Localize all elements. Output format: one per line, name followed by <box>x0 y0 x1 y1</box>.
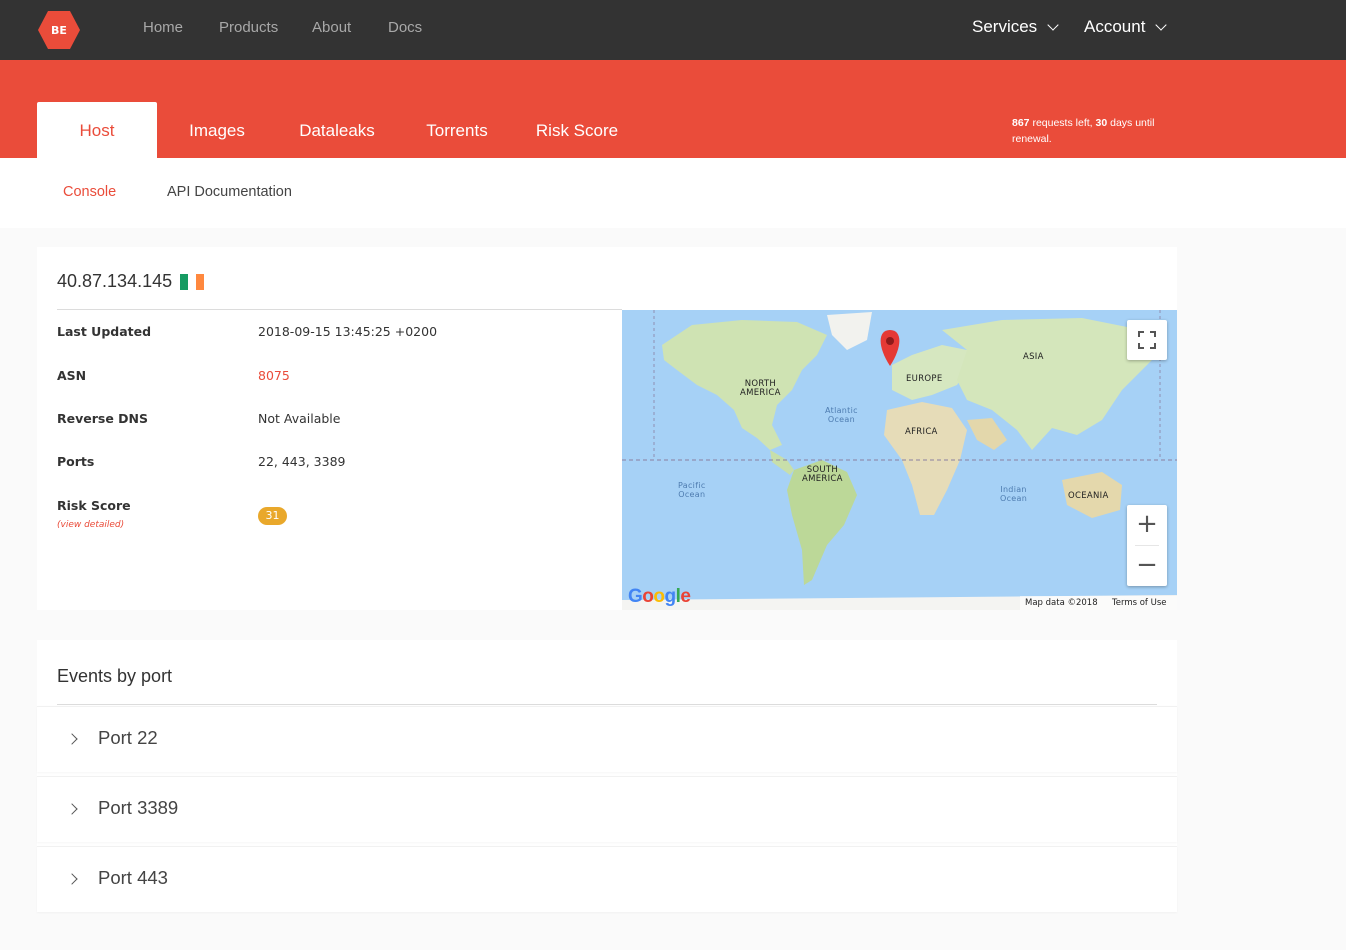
reverse-dns-value: Not Available <box>258 411 341 426</box>
nav-docs-link[interactable]: Docs <box>388 19 422 36</box>
events-title: Events by port <box>57 666 173 686</box>
quota-text: 867 requests left, 30 days until renewal… <box>1012 115 1192 147</box>
port-row-22[interactable]: Port 22 <box>37 706 1177 772</box>
zoom-out-button[interactable]: − <box>1127 546 1167 586</box>
map-data-text: Map data ©2018 <box>1025 598 1098 608</box>
chevron-right-icon <box>66 733 78 745</box>
tab-dataleaks[interactable]: Dataleaks <box>277 102 397 158</box>
last-updated-value: 2018-09-15 13:45:25 +0200 <box>258 324 438 339</box>
world-map[interactable]: NORTH AMERICA EUROPE ASIA AFRICA SOUTH A… <box>622 310 1177 610</box>
requests-left-text: requests left, <box>1032 117 1093 129</box>
country-flag-icon <box>180 273 205 290</box>
tab-images[interactable]: Images <box>157 102 277 158</box>
asn-label: ASN <box>57 368 87 383</box>
view-detailed-link[interactable]: (view detailed) <box>57 520 124 530</box>
asn-link[interactable]: 8075 <box>258 368 290 383</box>
logo-icon[interactable]: BE <box>37 8 81 52</box>
nav-products-link[interactable]: Products <box>219 19 278 36</box>
sub-navbar: Console API Documentation <box>0 158 1346 228</box>
host-ip: 40.87.134.145 <box>57 271 173 291</box>
chevron-right-icon <box>66 803 78 815</box>
renewal-text: renewal. <box>1012 133 1052 145</box>
tab-bar: Host Images Dataleaks Torrents Risk Scor… <box>0 60 1346 158</box>
map-label-europe: EUROPE <box>906 374 943 384</box>
chevron-down-icon <box>1155 19 1168 31</box>
tab-host[interactable]: Host <box>37 102 157 158</box>
chevron-right-icon <box>66 873 78 885</box>
zoom-controls: + − <box>1127 505 1167 586</box>
port-row-443[interactable]: Port 443 <box>37 846 1177 912</box>
services-label: Services <box>972 17 1038 36</box>
map-label-atlantic: Atlantic Ocean <box>825 406 858 424</box>
logo-text: BE <box>51 24 67 37</box>
reverse-dns-label: Reverse DNS <box>57 411 149 426</box>
requests-left-count: 867 <box>1012 117 1030 129</box>
events-card: Events by port Port 22 Port 3389 Port 44… <box>37 640 1177 912</box>
divider <box>57 309 622 310</box>
console-link[interactable]: Console <box>63 184 116 200</box>
google-logo[interactable]: Google <box>628 586 691 608</box>
risk-score-label: Risk Score <box>57 498 131 513</box>
account-label: Account <box>1084 17 1146 36</box>
days-text: days until <box>1110 117 1155 129</box>
host-info-card: 40.87.134.145 Last Updated 2018-09-15 13… <box>37 247 1177 610</box>
port-label: Port 3389 <box>98 797 179 818</box>
map-land-icon <box>622 310 1177 610</box>
port-row-3389[interactable]: Port 3389 <box>37 776 1177 842</box>
services-menu[interactable]: Services <box>972 17 1059 37</box>
divider <box>57 704 1157 705</box>
account-menu[interactable]: Account <box>1084 17 1168 37</box>
zoom-in-button[interactable]: + <box>1127 505 1167 545</box>
host-title: 40.87.134.145 <box>57 271 205 292</box>
tab-risk-score[interactable]: Risk Score <box>517 102 637 158</box>
map-label-oceania: OCEANIA <box>1068 491 1109 501</box>
map-label-africa: AFRICA <box>905 427 938 437</box>
ports-value: 22, 443, 3389 <box>258 454 346 469</box>
map-label-asia: ASIA <box>1023 352 1044 362</box>
last-updated-label: Last Updated <box>57 324 152 339</box>
map-label-pacific: Pacific Ocean <box>678 481 706 499</box>
chevron-down-icon <box>1047 19 1059 31</box>
top-navbar: BE Home Products About Docs Services Acc… <box>0 0 1346 60</box>
map-label-indian: Indian Ocean <box>1000 485 1028 503</box>
days-count: 30 <box>1095 117 1108 129</box>
map-label-north-america: NORTH AMERICA <box>740 379 781 398</box>
ports-label: Ports <box>57 454 95 469</box>
fullscreen-button[interactable] <box>1127 320 1167 360</box>
api-documentation-link[interactable]: API Documentation <box>167 184 292 200</box>
risk-score-badge: 31 <box>258 507 287 525</box>
fullscreen-icon <box>1138 331 1156 349</box>
tab-torrents[interactable]: Torrents <box>397 102 517 158</box>
map-label-south-america: SOUTH AMERICA <box>802 465 843 484</box>
nav-about-link[interactable]: About <box>312 19 351 36</box>
nav-home-link[interactable]: Home <box>143 19 183 36</box>
port-label: Port 22 <box>98 727 158 748</box>
port-label: Port 443 <box>98 867 168 888</box>
terms-of-use-link[interactable]: Terms of Use <box>1112 598 1167 608</box>
